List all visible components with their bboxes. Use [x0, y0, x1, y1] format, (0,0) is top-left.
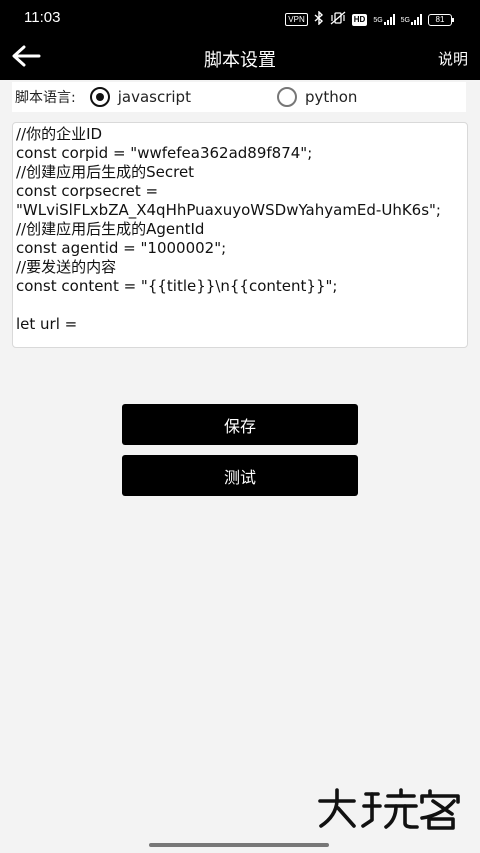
home-indicator[interactable] [149, 843, 329, 847]
bluetooth-icon [314, 10, 324, 29]
test-button[interactable]: 测试 [122, 455, 358, 496]
radio-javascript-label: javascript [117, 88, 191, 106]
save-button[interactable]: 保存 [122, 404, 358, 445]
help-button[interactable]: 说明 [438, 48, 468, 69]
battery-icon: 81 [428, 13, 454, 26]
signal-icon-sim2: 5G [401, 14, 422, 25]
language-label: 脚本语言: [15, 90, 76, 106]
status-icons: VPN HD 5G 5G 81 [285, 10, 454, 29]
radio-checked-icon [89, 87, 110, 107]
radio-python-label: python [304, 88, 358, 106]
clock: 11:03 [24, 9, 61, 26]
language-selector: 脚本语言: javascript python [12, 82, 466, 112]
vpn-icon: VPN [285, 13, 308, 26]
signal-icon-sim1: 5G [373, 14, 395, 25]
mute-vibrate-icon [330, 10, 346, 29]
watermark-logo [316, 786, 462, 834]
page-title: 脚本设置 [204, 50, 276, 71]
app-bar: 脚本设置 说明 [0, 36, 480, 80]
hd-badge: HD [351, 13, 368, 26]
radio-unchecked-icon [276, 87, 297, 107]
status-bar: 11:03 VPN HD 5G 5G 81 [0, 0, 480, 36]
radio-javascript[interactable]: javascript [89, 87, 191, 107]
script-editor[interactable]: //你的企业ID const corpid = "wwfefea362ad89f… [12, 122, 468, 348]
radio-python[interactable]: python [276, 87, 358, 107]
